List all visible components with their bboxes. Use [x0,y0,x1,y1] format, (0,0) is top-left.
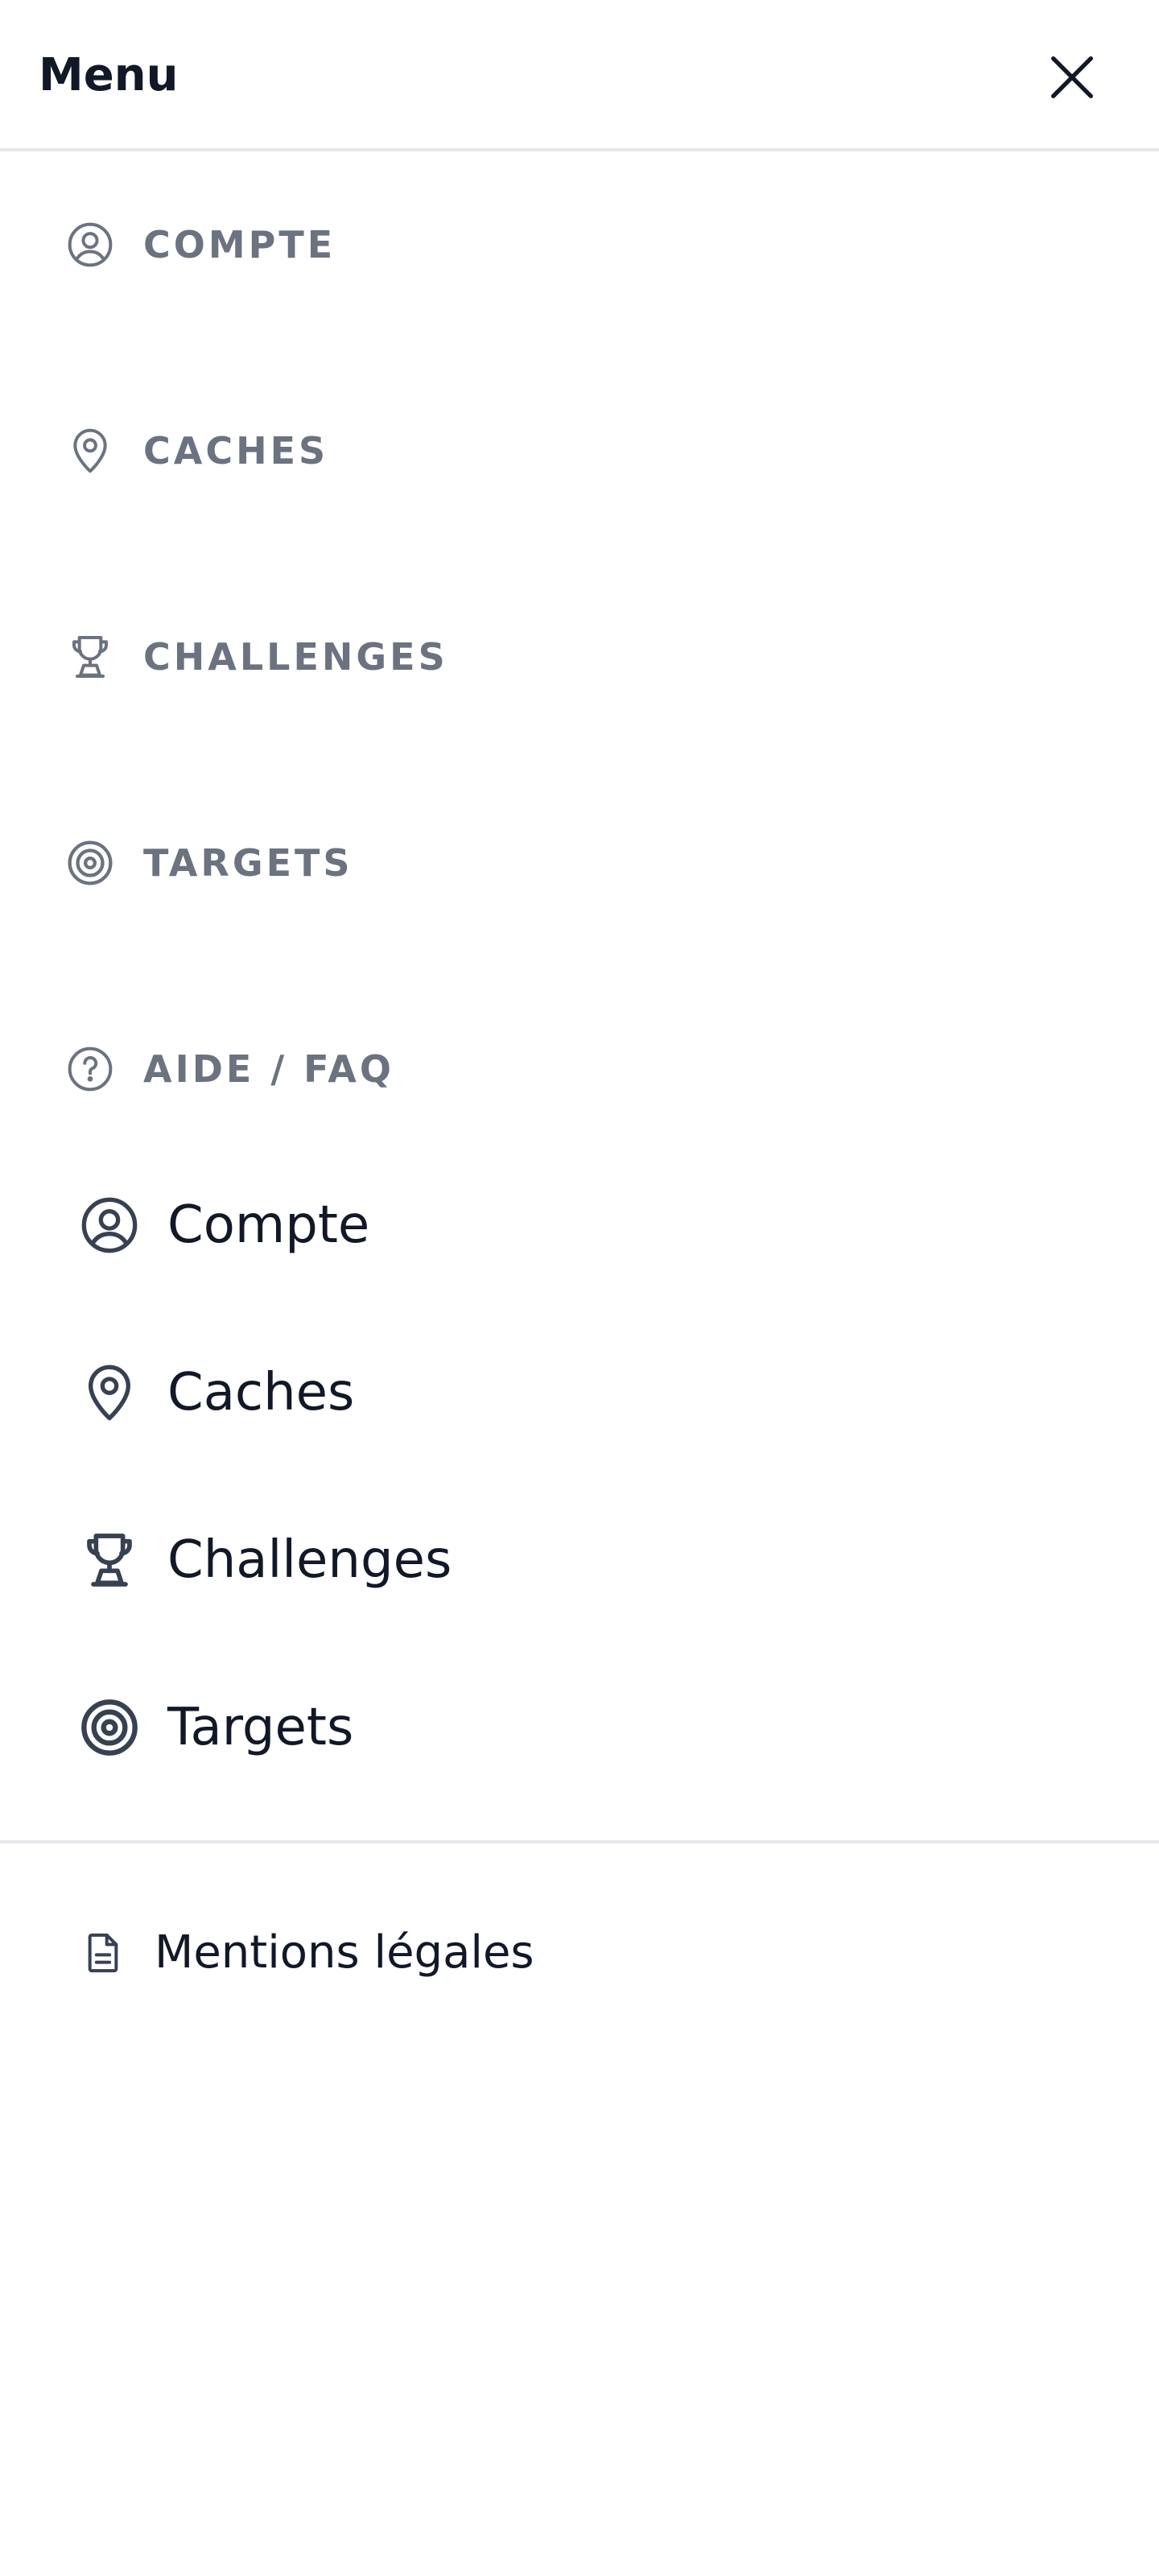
user-circle-icon [64,219,116,270]
section-label: COMPTE [143,223,336,266]
page-title: Menu [39,49,179,101]
nav-item-label: Challenges [167,1530,452,1590]
nav-item-label: Caches [167,1363,355,1422]
section-compte[interactable]: COMPTE [64,213,336,277]
section-label: CACHES [143,429,329,473]
close-button[interactable] [1040,45,1104,109]
close-icon[interactable] [1040,45,1104,109]
target-icon [77,1695,142,1760]
legal-label: Mentions légales [155,1926,534,1979]
section-caches[interactable]: CACHES [64,419,328,483]
nav-item-compte[interactable]: Compte [77,1185,369,1265]
nav-item-caches[interactable]: Caches [77,1352,354,1433]
nav-item-label: Targets [167,1698,354,1757]
document-icon [80,1930,126,1975]
nav-item-label: Compte [167,1195,370,1255]
nav-item-targets[interactable]: Targets [77,1687,353,1768]
map-pin-icon [64,425,116,477]
user-circle-icon [77,1193,142,1257]
divider [0,1840,1159,1843]
trophy-icon [64,631,116,683]
legal-link[interactable]: Mentions légales [80,1921,534,1985]
section-label: AIDE / FAQ [143,1047,395,1091]
section-targets[interactable]: TARGETS [64,831,353,895]
target-icon [64,837,116,889]
section-label: CHALLENGES [143,635,448,679]
map-pin-icon [77,1360,142,1425]
help-circle-icon [64,1043,116,1095]
nav-item-challenges[interactable]: Challenges [77,1520,452,1600]
trophy-icon [77,1528,142,1592]
section-challenges[interactable]: CHALLENGES [64,625,448,689]
section-label: TARGETS [143,841,353,885]
section-aide-faq[interactable]: AIDE / FAQ [64,1037,394,1101]
menu-header: Menu [0,0,1159,151]
